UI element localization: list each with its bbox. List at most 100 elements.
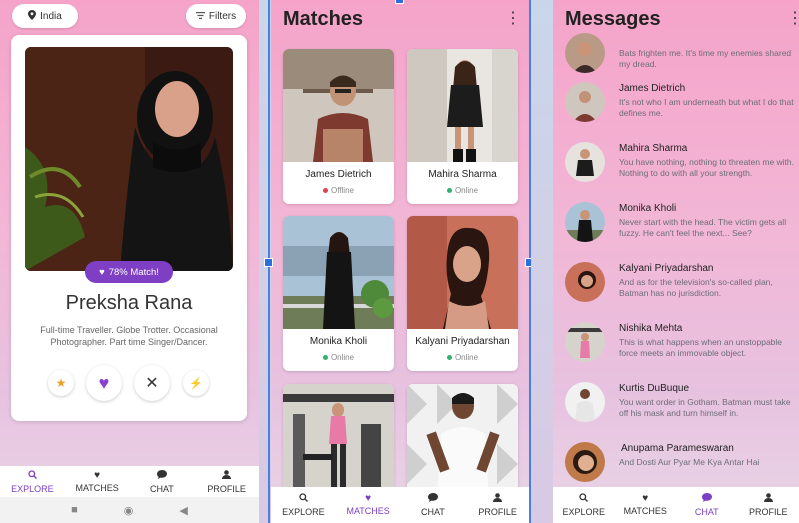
avatar xyxy=(565,322,605,362)
conversation-preview: This is what happens when an unstoppable… xyxy=(619,337,783,358)
conversation-name: Kalyani Priyadarshan xyxy=(619,263,714,274)
dislike-button[interactable]: ✕ xyxy=(134,365,170,401)
conversation-preview: And as for the television's so-called pl… xyxy=(619,277,773,298)
avatar xyxy=(565,202,605,242)
match-card[interactable]: Mahira Sharma Online xyxy=(407,49,518,204)
match-name: Monika Kholi xyxy=(309,336,368,347)
conversation-item[interactable]: James Dietrich It's not who I am underne… xyxy=(565,73,797,129)
match-badge-label: 78% Match! xyxy=(108,266,159,278)
match-photo xyxy=(407,384,518,497)
heart-icon: ♥ xyxy=(365,493,372,504)
online-dot-icon xyxy=(322,355,328,361)
conversation-preview: It's not who I am underneath but what I … xyxy=(619,97,794,118)
nav-explore[interactable]: EXPLORE xyxy=(271,487,336,523)
avatar xyxy=(565,82,605,122)
conversation-preview: And Dosti Aur Pyar Me Kya Antar Hai xyxy=(619,457,760,467)
chat-bubble-icon xyxy=(701,493,712,505)
more-options-icon[interactable]: ⋮ xyxy=(505,11,521,27)
bottom-navigation: EXPLORE ♥ MATCHES CHAT PROFILE xyxy=(271,487,530,523)
match-photo xyxy=(407,216,518,329)
super-like-button[interactable]: ★ xyxy=(48,370,74,396)
filters-label: Filters xyxy=(208,10,237,22)
nav-explore[interactable]: EXPLORE xyxy=(553,487,615,523)
avatar xyxy=(565,442,605,482)
nav-chat[interactable]: CHAT xyxy=(401,487,466,523)
bottom-navigation: EXPLORE ♥ MATCHES CHAT PROFILE xyxy=(0,466,259,497)
system-navigation-bar: ■ ◉ ◀ xyxy=(0,497,259,523)
avatar xyxy=(565,262,605,302)
resize-handle[interactable] xyxy=(264,258,273,267)
match-card[interactable]: James Dietrich Offline xyxy=(283,49,394,204)
conversation-name: Mahira Sharma xyxy=(619,143,688,154)
close-icon: ✕ xyxy=(145,375,159,392)
conversation-item[interactable]: Anupama Parameswaran And Dosti Aur Pyar … xyxy=(565,433,797,489)
offline-dot-icon xyxy=(323,188,328,194)
nav-chat[interactable]: CHAT xyxy=(130,466,195,497)
match-card[interactable]: Monika Kholi Online xyxy=(283,216,394,371)
conversation-preview: Never start with the head. The victim ge… xyxy=(619,217,787,238)
nav-explore-label: EXPLORE xyxy=(562,507,606,517)
conversation-item[interactable]: Kalyani Priyadarshan And as for the tele… xyxy=(565,253,797,309)
search-icon xyxy=(579,493,589,505)
like-button[interactable]: ♥ xyxy=(86,365,122,401)
nav-profile-label: PROFILE xyxy=(748,507,788,517)
back-icon[interactable]: ◀ xyxy=(179,504,187,517)
person-icon xyxy=(222,469,232,482)
nav-profile[interactable]: PROFILE xyxy=(465,487,530,523)
nav-profile[interactable]: PROFILE xyxy=(738,487,799,523)
nav-matches[interactable]: ♥ MATCHES xyxy=(336,487,401,523)
conversation-item[interactable]: Monika Kholi Never start with the head. … xyxy=(565,193,797,249)
resize-handle[interactable] xyxy=(395,0,404,4)
conversation-item[interactable]: Nishika Mehta This is what happens when … xyxy=(565,313,797,369)
nav-matches-label: MATCHES xyxy=(75,482,119,493)
page-title: Matches xyxy=(283,8,364,30)
nav-explore-label: EXPLORE xyxy=(11,483,54,494)
nav-profile[interactable]: PROFILE xyxy=(194,466,259,497)
nav-chat[interactable]: CHAT xyxy=(676,487,738,523)
bolt-icon: ⚡ xyxy=(189,377,203,390)
recents-icon[interactable]: ■ xyxy=(71,504,78,516)
panel-gap xyxy=(531,0,553,523)
bottom-navigation: EXPLORE ♥ MATCHES CHAT PROFILE xyxy=(553,487,799,523)
match-card[interactable]: Kalyani Priyadarshan Online xyxy=(407,216,518,371)
profile-card[interactable]: ♥ 78% Match! Preksha Rana Full-time Trav… xyxy=(11,35,247,421)
avatar xyxy=(565,33,605,73)
match-status: Offline xyxy=(283,186,394,195)
filter-icon xyxy=(195,11,205,22)
match-percentage-badge: ♥ 78% Match! xyxy=(85,261,173,283)
match-name: Kalyani Priyadarshan xyxy=(415,336,510,347)
filters-chip[interactable]: Filters xyxy=(186,4,246,28)
search-icon xyxy=(28,469,37,482)
nav-matches-label: MATCHES xyxy=(623,506,667,516)
nav-matches[interactable]: ♥ MATCHES xyxy=(615,487,677,523)
heart-icon: ♥ xyxy=(98,372,110,393)
boost-button[interactable]: ⚡ xyxy=(183,370,209,396)
nav-profile-label: PROFILE xyxy=(207,483,246,494)
conversation-preview: Bats frighten me. It's time my enemies s… xyxy=(619,48,792,69)
nav-matches-label: MATCHES xyxy=(346,506,390,516)
location-chip[interactable]: India xyxy=(12,4,78,28)
profile-photo xyxy=(25,47,233,271)
match-photo xyxy=(283,384,394,497)
match-status: Online xyxy=(407,186,518,195)
conversation-item[interactable]: Kurtis DuBuque You want order in Gotham.… xyxy=(565,373,797,429)
heart-icon: ♥ xyxy=(99,266,105,278)
conversation-item[interactable]: Mahira Sharma You have nothing, nothing … xyxy=(565,133,797,189)
match-status-label: Online xyxy=(330,353,355,362)
conversation-item[interactable]: Bats frighten me. It's time my enemies s… xyxy=(565,24,797,80)
person-icon xyxy=(763,493,773,505)
match-name: James Dietrich xyxy=(305,169,372,180)
nav-matches[interactable]: ♥ MATCHES xyxy=(65,466,130,497)
conversation-preview: You have nothing, nothing to threaten me… xyxy=(619,157,795,178)
match-name: Mahira Sharma xyxy=(428,169,497,180)
nav-explore[interactable]: EXPLORE xyxy=(0,466,65,497)
avatar xyxy=(565,382,605,422)
nav-profile-label: PROFILE xyxy=(478,507,517,517)
online-dot-icon xyxy=(446,355,452,361)
conversation-name: Nishika Mehta xyxy=(619,323,683,334)
home-icon[interactable]: ◉ xyxy=(124,504,134,517)
nav-chat-label: CHAT xyxy=(694,507,719,517)
conversation-name: Anupama Parameswaran xyxy=(621,443,734,454)
matches-screen: Matches ⋮ James Dietrich Offline Mahira … xyxy=(271,0,530,523)
match-photo xyxy=(283,216,394,329)
